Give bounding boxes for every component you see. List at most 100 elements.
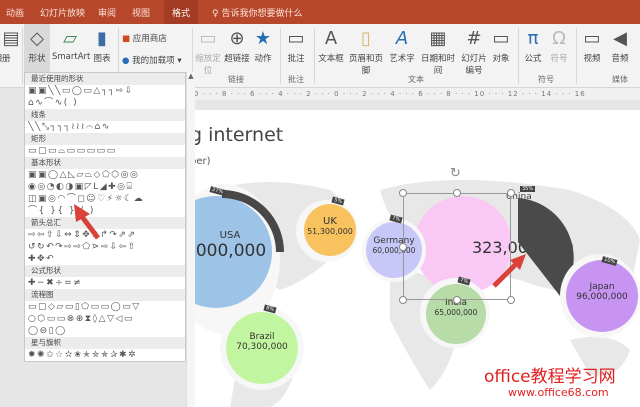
tab-slideshow[interactable]: 幻灯片放映: [40, 6, 85, 19]
watermark-url: www.office68.com: [508, 386, 609, 399]
store-button[interactable]: ■ 应用商店: [122, 32, 167, 44]
gallery-section-header: 线条: [25, 109, 185, 121]
shape-row[interactable]: ◉◎◔◐◑▣◸L◢✚◎⌸: [25, 181, 185, 193]
rotate-handle-icon[interactable]: ↻: [450, 166, 461, 181]
comment-icon: ▭: [287, 28, 305, 49]
chart-button[interactable]: ▮ 图表: [90, 28, 114, 64]
wordart-button[interactable]: A 艺术字: [388, 28, 416, 64]
datetime-label: 日期和时间: [420, 54, 455, 76]
addins-label: 我的加载项: [132, 56, 175, 66]
slide-number-icon: #: [466, 28, 482, 49]
shape-row[interactable]: ○⬡▭▭⊗⊕⧗◊△▽◁▭: [25, 313, 185, 325]
shape-row[interactable]: ▭▢◇▱▭▯⬠▭▭◯▭▽: [25, 301, 185, 313]
video-button[interactable]: ▭ 视频: [580, 28, 604, 64]
red-arrow-icon: [492, 254, 526, 288]
resize-handle[interactable]: [507, 296, 515, 304]
country-value: 51,300,000: [307, 227, 353, 236]
country-value: 96,000,000: [576, 292, 628, 302]
red-arrow-icon: [74, 204, 100, 240]
gallery-section-header: 箭头总汇: [25, 217, 185, 229]
slide-number-label: 幻灯片编号: [461, 54, 487, 76]
object-label: 对象: [492, 54, 510, 64]
hyperlink-label: 超链接: [224, 54, 250, 64]
tab-review[interactable]: 审阅: [98, 6, 116, 19]
shape-row[interactable]: ✹✺✩☆✫✬✭✮✯✰✱✲: [25, 349, 185, 361]
datetime-button[interactable]: ▦ 日期和时间: [418, 28, 458, 76]
album-label: 相册: [0, 54, 11, 64]
action-label: 动作: [254, 54, 272, 64]
resize-handle[interactable]: [399, 243, 407, 251]
album-button[interactable]: ▤ 相册: [0, 28, 20, 64]
gallery-section-header: 公式形状: [25, 265, 185, 277]
smartart-button[interactable]: ▱ SmartArt: [52, 28, 91, 62]
shape-row[interactable]: ◫▣◎◠⌒◻☺♡⚡☼☾☁: [25, 193, 185, 205]
shape-row[interactable]: ✚−✖÷=≠: [25, 277, 185, 289]
shape-row[interactable]: ╲╲⤡┐┐┐≀≀≀⌒⌂∿: [25, 121, 185, 133]
textbox-button[interactable]: A 文本框: [318, 28, 344, 64]
smartart-label: SmartArt: [52, 52, 91, 62]
zoom-button[interactable]: ▭ 缩放定位: [194, 28, 222, 76]
comment-button[interactable]: ▭ 批注: [284, 28, 308, 64]
addins-icon: ●: [122, 56, 133, 66]
gallery-section-header: 最近使用的形状: [25, 73, 185, 85]
shapes-gallery: 最近使用的形状 ▣▣╲╲▭◯▭△┐┐⇨⇩ ⌂∿⌒∿( ) 线条 ╲╲⤡┐┐┐≀≀≀⌒⌂∿…: [24, 72, 186, 362]
country-name: UK: [323, 216, 337, 227]
shape-row[interactable]: ⌂∿⌒∿( ): [25, 97, 185, 109]
shape-row[interactable]: ▭▢▭⌓▭▭▭▭▭: [25, 145, 185, 157]
zoom-icon: ▭: [199, 28, 217, 49]
shape-row[interactable]: ▣▣◯△◺▱⏢◇⬠⬡◎◎: [25, 169, 185, 181]
tab-format[interactable]: 格式: [164, 0, 199, 24]
slide-number-button[interactable]: # 幻灯片编号: [460, 28, 488, 76]
gallery-scrollbar[interactable]: ▲: [186, 72, 195, 407]
shape-row[interactable]: ✚✥↶: [25, 253, 185, 265]
smartart-icon: ▱: [63, 28, 77, 49]
header-footer-label: 页眉和页脚: [348, 54, 383, 76]
scroll-up-icon[interactable]: ▲: [187, 72, 195, 80]
shape-row[interactable]: ⌒{ }{ } ( ): [25, 205, 185, 217]
symbol-label: 符号: [550, 54, 568, 64]
bubble-japan[interactable]: Japan 96,000,000: [566, 260, 638, 332]
country-value: 65,000,000: [434, 308, 478, 317]
bubble-uk[interactable]: UK 51,300,000: [304, 204, 356, 256]
group-comments-label: 批注: [288, 75, 304, 84]
horizontal-ruler: 0 · · · 8 · · · 6 · · · 4 · · · 2 · · · …: [190, 88, 640, 100]
watermark-title: office教程学习网: [484, 367, 616, 387]
comment-label: 批注: [287, 54, 305, 64]
addins-button[interactable]: ● 我的加载项 ▾: [122, 54, 182, 66]
shapes-icon: ◇: [30, 28, 44, 49]
speaker-icon: ◀: [613, 28, 627, 49]
gallery-section-header: 星与旗帜: [25, 337, 185, 349]
shape-row[interactable]: ◯⊖▯◯: [25, 325, 185, 337]
action-button[interactable]: ★ 动作: [252, 28, 274, 64]
resize-handle[interactable]: [399, 189, 407, 197]
shapes-button[interactable]: ◇ 形状: [24, 24, 50, 72]
resize-handle[interactable]: [453, 296, 461, 304]
tab-animations[interactable]: 动画: [6, 6, 24, 19]
header-footer-button[interactable]: ▯ 页眉和页脚: [346, 28, 386, 76]
audio-label: 音频: [611, 54, 629, 64]
resize-handle[interactable]: [507, 189, 515, 197]
tell-me-search[interactable]: ♀ 告诉我你想要做什么: [212, 6, 302, 19]
resize-handle[interactable]: [453, 189, 461, 197]
album-icon: ▤: [2, 28, 20, 49]
gallery-section-header: 流程图: [25, 289, 185, 301]
bubble-brazil[interactable]: Brazil 70,300,000: [226, 312, 298, 384]
shape-row[interactable]: ▣▣╲╲▭◯▭△┐┐⇨⇩: [25, 85, 185, 97]
shape-row[interactable]: ↺↻↶↷⇨⇨⬠⋗⇨⇩⇦⇧: [25, 241, 185, 253]
object-button[interactable]: ▭ 对象: [490, 28, 512, 64]
shape-row[interactable]: ⇨⇦⇧⇩⇔⇕✥⇫↱↷⇗⇗: [25, 229, 185, 241]
symbol-button[interactable]: Ω 符号: [548, 28, 570, 64]
slide-canvas[interactable]: g internet ber) USA 000,000 27% UK 51,30…: [160, 110, 640, 407]
audio-button[interactable]: ◀ 音频: [608, 28, 632, 64]
zoom-label: 缩放定位: [195, 54, 221, 76]
group-text-label: 文本: [408, 75, 424, 84]
ribbon-tabs: 动画 幻灯片放映 审阅 视图 格式 ♀ 告诉我你想要做什么: [0, 0, 640, 24]
pct-badge: 35%: [520, 186, 536, 192]
group-media-label: 媒体: [612, 75, 628, 84]
resize-handle[interactable]: [399, 296, 407, 304]
tab-view[interactable]: 视图: [132, 6, 150, 19]
hyperlink-button[interactable]: ⊕ 超链接: [224, 28, 250, 64]
equation-button[interactable]: π 公式: [522, 28, 544, 64]
video-label: 视频: [583, 54, 601, 64]
wordart-label: 艺术字: [389, 54, 415, 64]
